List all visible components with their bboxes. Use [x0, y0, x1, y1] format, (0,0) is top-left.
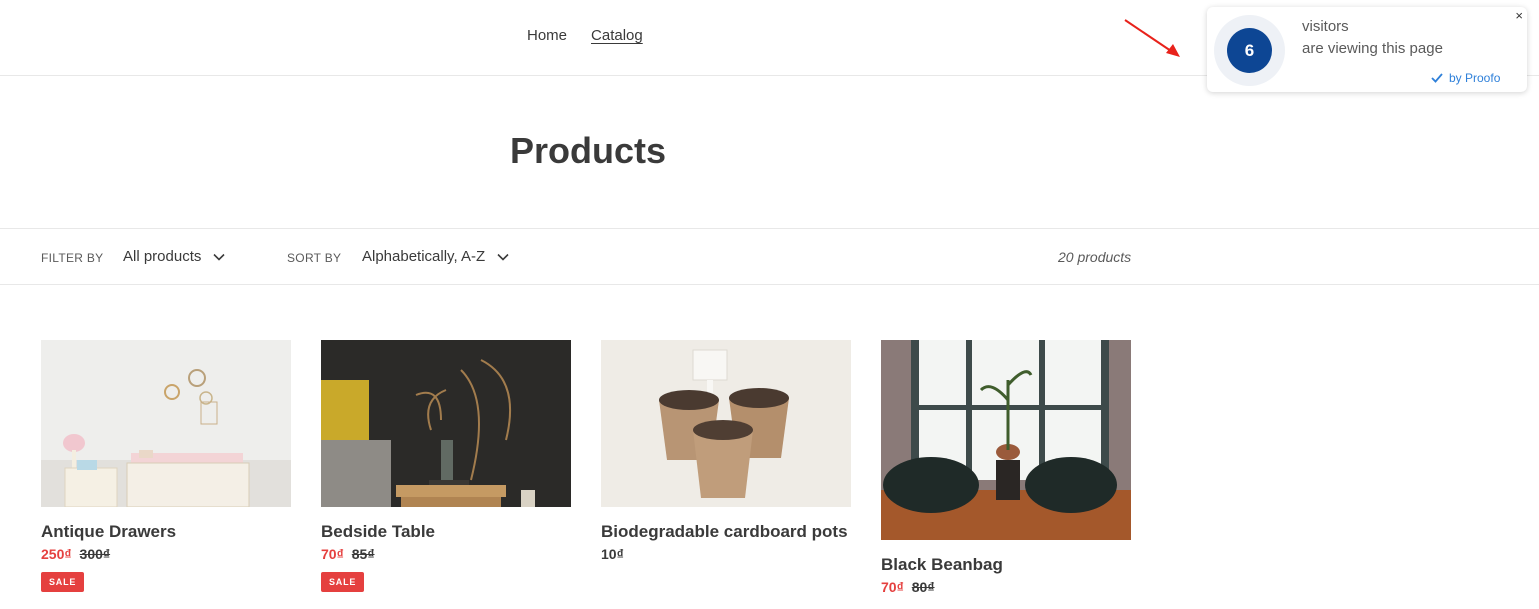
popup-line-visitors: visitors	[1302, 18, 1349, 35]
popup-line-viewing: are viewing this page	[1302, 40, 1443, 57]
product-name[interactable]: Antique Drawers	[41, 522, 291, 542]
annotation-arrow-icon	[1124, 19, 1180, 57]
product-card[interactable]: Antique Drawers 250₫ 300₫ SALE	[41, 340, 291, 592]
product-count: 20 products	[1058, 249, 1132, 265]
product-image-antique-drawers[interactable]	[41, 340, 291, 507]
product-card[interactable]: Black Beanbag 70₫ 80₫	[881, 340, 1131, 595]
sale-price: 70₫	[881, 579, 904, 595]
compare-price: 80₫	[911, 579, 935, 595]
regular-price: 10₫	[601, 546, 624, 562]
product-image-black-beanbag[interactable]	[881, 340, 1131, 540]
chevron-down-icon	[497, 253, 509, 261]
page-title: Products	[510, 130, 667, 171]
sort-by-label: SORT BY	[287, 251, 342, 265]
product-name[interactable]: Bedside Table	[321, 522, 571, 542]
sale-price: 70₫	[321, 546, 344, 562]
product-price: 10₫	[601, 546, 851, 562]
close-icon[interactable]: ×	[1515, 9, 1523, 23]
compare-price: 300₫	[79, 546, 111, 562]
nav-home-link[interactable]: Home	[527, 27, 567, 44]
visitor-notification-popup: 6 visitors are viewing this page by Proo…	[1207, 7, 1527, 92]
sort-select-value: Alphabetically, A-Z	[362, 248, 486, 265]
product-price: 70₫ 80₫	[881, 579, 1131, 595]
sale-price: 250₫	[41, 546, 72, 562]
compare-price: 85₫	[351, 546, 375, 562]
product-card[interactable]: Biodegradable cardboard pots 10₫	[601, 340, 851, 562]
proofo-credit-text: by Proofo	[1449, 71, 1501, 85]
filter-sort-bar: FILTER BY All products SORT BY Alphabeti…	[0, 228, 1539, 285]
product-name[interactable]: Biodegradable cardboard pots	[601, 522, 851, 542]
filter-by-label: FILTER BY	[41, 251, 104, 265]
checkmark-icon	[1431, 73, 1443, 83]
chevron-down-icon	[213, 253, 225, 261]
product-card[interactable]: Bedside Table 70₫ 85₫ SALE	[321, 340, 571, 592]
product-name[interactable]: Black Beanbag	[881, 555, 1131, 575]
product-price: 250₫ 300₫	[41, 546, 291, 562]
product-image-bedside-table[interactable]	[321, 340, 571, 507]
product-price: 70₫ 85₫	[321, 546, 571, 562]
product-image-cardboard-pots[interactable]	[601, 340, 851, 507]
visitor-count-badge: 6	[1214, 15, 1285, 86]
sort-select[interactable]: Alphabetically, A-Z	[362, 248, 509, 265]
filter-select[interactable]: All products	[123, 248, 225, 265]
visitor-count: 6	[1227, 28, 1272, 73]
sale-badge: SALE	[41, 572, 85, 592]
sale-badge: SALE	[321, 572, 365, 592]
filter-select-value: All products	[123, 248, 202, 265]
nav-catalog-link[interactable]: Catalog	[591, 27, 643, 44]
proofo-credit-link[interactable]: by Proofo	[1431, 71, 1500, 85]
main-nav: Home Catalog	[527, 27, 643, 44]
